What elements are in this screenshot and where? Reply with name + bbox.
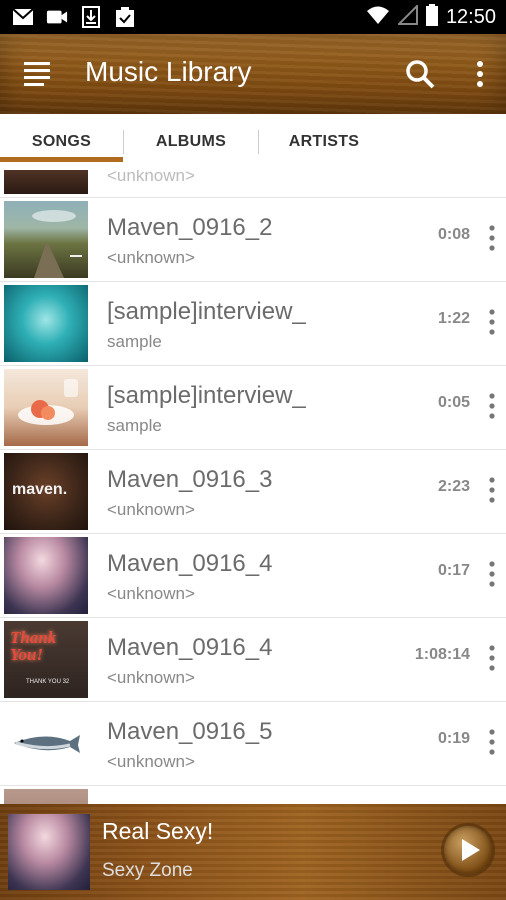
list-item[interactable]: Maven_0916_5 <unknown> 0:19 xyxy=(0,702,506,786)
album-art xyxy=(4,789,88,804)
tab-bar: SONGS ALBUMS ARTISTS xyxy=(0,114,506,171)
song-subtitle: <unknown> xyxy=(107,248,195,267)
song-duration: 0:05 xyxy=(437,394,470,411)
menu-button[interactable] xyxy=(24,60,54,88)
song-duration: 0:08 xyxy=(437,226,470,243)
album-art xyxy=(4,537,88,614)
now-playing-title: Real Sexy! xyxy=(102,818,214,844)
song-title: Maven_0916_3 xyxy=(107,466,273,493)
song-subtitle: sample xyxy=(107,332,162,351)
now-playing-bar[interactable]: Real Sexy! Sexy Zone xyxy=(0,804,506,900)
song-duration: 2:23 xyxy=(437,478,470,495)
maven-logo: maven. xyxy=(12,481,68,498)
song-subtitle: <unknown> xyxy=(107,752,195,771)
album-caption: THANK YOU 32 xyxy=(26,679,70,685)
song-title: [sample]interview_ xyxy=(107,382,306,409)
more-vertical-icon xyxy=(489,561,495,587)
list-item[interactable]: Thank You! THANK YOU 32 Maven_0916_4 <un… xyxy=(0,618,506,702)
song-title: Maven_0916_2 xyxy=(107,214,273,241)
song-subtitle: <unknown> xyxy=(107,170,195,185)
song-title: Maven_0916_4 xyxy=(107,550,273,577)
song-title: Maven_0916_5 xyxy=(107,718,273,745)
more-vertical-icon xyxy=(489,477,495,503)
album-art xyxy=(4,170,88,194)
song-options-button[interactable] xyxy=(482,390,502,422)
list-item[interactable]: maven. Maven_0916_3 <unknown> 2:23 xyxy=(0,450,506,534)
song-options-button[interactable] xyxy=(482,726,502,758)
play-icon xyxy=(462,839,480,861)
overflow-menu-button[interactable] xyxy=(470,58,490,90)
video-icon xyxy=(46,6,68,28)
song-subtitle: sample xyxy=(107,416,162,435)
list-item[interactable]: [sample]interview_ sample 0:05 xyxy=(0,366,506,450)
now-playing-artist: Sexy Zone xyxy=(102,860,193,881)
song-options-button[interactable] xyxy=(482,558,502,590)
album-art xyxy=(4,201,88,278)
song-list[interactable]: <unknown> Maven_0916_2 <unknown> 0:08 [s… xyxy=(0,170,506,804)
active-tab-indicator xyxy=(0,157,123,162)
thank-you-sign: Thank You! xyxy=(10,628,57,664)
list-item[interactable]: Maven_0916_2 <unknown> 0:08 xyxy=(0,198,506,282)
song-duration: 1:22 xyxy=(437,310,470,327)
tab-artists[interactable]: ARTISTS xyxy=(259,114,389,170)
more-vertical-icon xyxy=(489,309,495,335)
song-duration: 0:17 xyxy=(437,562,470,579)
album-art xyxy=(4,369,88,446)
task-check-icon xyxy=(114,6,136,28)
album-art: Thank You! THANK YOU 32 xyxy=(4,621,88,698)
signal-icon xyxy=(396,3,418,30)
song-options-button[interactable] xyxy=(482,642,502,674)
list-item[interactable]: Maven_0916_4 <unknown> 0:17 xyxy=(0,534,506,618)
play-button[interactable] xyxy=(444,826,492,874)
battery-icon xyxy=(425,4,438,31)
album-art xyxy=(4,705,88,782)
song-title: [sample]interview_ xyxy=(107,298,306,325)
album-art xyxy=(4,285,88,362)
song-title: Maven_0916_4 xyxy=(107,634,273,661)
status-clock: 12:50 xyxy=(445,6,496,28)
list-item[interactable] xyxy=(0,786,506,804)
download-icon xyxy=(80,6,102,28)
song-options-button[interactable] xyxy=(482,474,502,506)
more-vertical-icon xyxy=(489,393,495,419)
more-vertical-icon xyxy=(477,61,483,87)
tab-albums[interactable]: ALBUMS xyxy=(124,114,258,170)
search-icon xyxy=(406,60,435,89)
more-vertical-icon xyxy=(489,225,495,251)
list-item[interactable]: [sample]interview_ sample 1:22 xyxy=(0,282,506,366)
more-vertical-icon xyxy=(489,645,495,671)
album-art: maven. xyxy=(4,453,88,530)
status-bar: 12:50 xyxy=(0,0,506,34)
song-duration: 1:08:14 xyxy=(414,646,470,663)
song-subtitle: <unknown> xyxy=(107,500,195,519)
search-button[interactable] xyxy=(404,58,436,90)
wifi-icon xyxy=(366,5,390,30)
fish-image xyxy=(14,735,80,753)
song-subtitle: <unknown> xyxy=(107,584,195,603)
song-options-button[interactable] xyxy=(482,306,502,338)
hamburger-menu-icon xyxy=(24,62,50,86)
song-duration: 0:19 xyxy=(437,730,470,747)
song-subtitle: <unknown> xyxy=(107,668,195,687)
now-playing-album-art[interactable] xyxy=(8,814,90,890)
more-vertical-icon xyxy=(489,729,495,755)
app-title: Music Library xyxy=(85,56,252,87)
app-bar: Music Library xyxy=(0,34,506,114)
list-item[interactable]: <unknown> xyxy=(0,170,506,198)
gmail-icon xyxy=(12,6,34,28)
song-options-button[interactable] xyxy=(482,222,502,254)
